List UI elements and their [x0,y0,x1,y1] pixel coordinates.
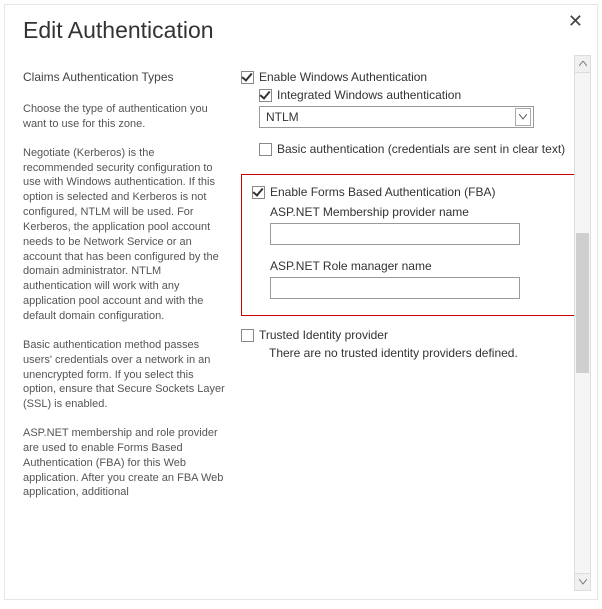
checkbox-icon[interactable] [259,89,272,102]
trusted-identity-message: There are no trusted identity providers … [269,346,587,360]
scroll-down-icon[interactable] [575,573,590,590]
help-text: Negotiate (Kerberos) is the recommended … [23,146,225,324]
scrollbar-thumb[interactable] [576,233,589,373]
trusted-identity-label: Trusted Identity provider [259,328,388,342]
vertical-scrollbar[interactable] [574,55,591,591]
help-heading: Claims Authentication Types [23,70,225,84]
integrated-windows-auth-label: Integrated Windows authentication [277,88,461,102]
help-text: Basic authentication method passes users… [23,338,225,412]
enable-fba-label: Enable Forms Based Authentication (FBA) [270,185,495,199]
help-text: Choose the type of authentication you wa… [23,102,225,132]
scrollbar-track[interactable] [575,73,590,573]
windows-auth-mode-value: NTLM [266,110,299,124]
trusted-identity-row[interactable]: Trusted Identity provider [241,328,587,342]
edit-authentication-dialog: ✕ Edit Authentication Claims Authenticat… [4,4,598,600]
help-panel: Claims Authentication Types Choose the t… [23,70,235,514]
scroll-up-icon[interactable] [575,56,590,73]
dialog-title: Edit Authentication [5,5,597,44]
close-icon[interactable]: ✕ [568,11,583,32]
windows-auth-mode-select[interactable]: NTLM [259,106,534,128]
checkbox-icon[interactable] [252,186,265,199]
checkbox-icon[interactable] [241,71,254,84]
integrated-windows-auth-row[interactable]: Integrated Windows authentication [259,88,587,102]
enable-windows-auth-row[interactable]: Enable Windows Authentication [241,70,587,84]
basic-auth-row[interactable]: Basic authentication (credentials are se… [259,142,587,156]
membership-provider-label: ASP.NET Membership provider name [270,205,570,219]
checkbox-icon[interactable] [259,143,272,156]
settings-panel: Enable Windows Authentication Integrated… [235,70,587,514]
membership-provider-input[interactable] [270,223,520,245]
checkbox-icon[interactable] [241,329,254,342]
enable-windows-auth-label: Enable Windows Authentication [259,70,427,84]
role-manager-input[interactable] [270,277,520,299]
help-text: ASP.NET membership and role provider are… [23,426,225,500]
fba-highlight-box: Enable Forms Based Authentication (FBA) … [241,174,583,316]
role-manager-label: ASP.NET Role manager name [270,259,570,273]
enable-fba-row[interactable]: Enable Forms Based Authentication (FBA) [252,185,570,199]
basic-auth-label: Basic authentication (credentials are se… [277,142,565,156]
chevron-down-icon[interactable] [515,108,531,126]
